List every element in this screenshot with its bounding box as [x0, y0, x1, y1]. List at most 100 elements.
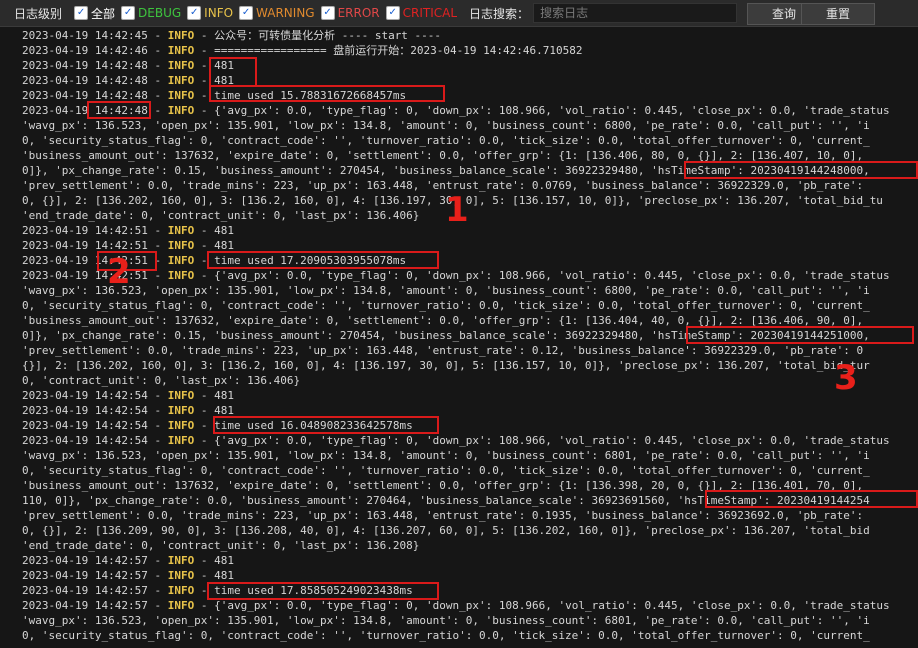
log-timestamp: 2023-04-19 14:42:45: [22, 29, 148, 42]
filter-toolbar: 日志级别 ✓ 全部 ✓ DEBUG ✓ INFO ✓ WARNING ✓ ERROR ✓ CRITIC…: [0, 0, 918, 27]
checkbox-icon[interactable]: ✓: [385, 6, 400, 20]
highlight-box: [207, 582, 439, 600]
log-message: - {'avg_px': 0.0, 'type_flag': 0, 'down_…: [194, 269, 890, 282]
filter-debug[interactable]: ✓ DEBUG: [121, 6, 181, 20]
log-line: 2023-04-19 14:42:48 - INFO - 481: [22, 74, 234, 87]
filter-error[interactable]: ✓ ERROR: [320, 6, 380, 20]
log-message: - {'avg_px': 0.0, 'type_flag': 0, 'down_…: [194, 434, 890, 447]
log-output-panel[interactable]: 2023-04-19 14:42:45 - INFO - 公众号：可转债量化分析…: [0, 27, 918, 648]
log-message: - 公众号：可转债量化分析 ---- start ----: [194, 29, 442, 42]
log-line: 2023-04-19 14:42:57 - INFO - 481: [22, 569, 234, 582]
log-timestamp: 2023-04-19 14:42:54: [22, 419, 148, 432]
log-line: 2023-04-19 14:42:51 - INFO - 481: [22, 224, 234, 237]
log-level: INFO: [167, 74, 195, 87]
log-timestamp: 2023-04-19 14:42:54: [22, 434, 148, 447]
log-line: 0, 'security_status_flag': 0, 'contract_…: [22, 628, 870, 643]
log-level: INFO: [167, 599, 195, 612]
highlight-box: [87, 101, 151, 119]
log-message: {}], 2: [136.202, 160, 0], 3: [136.2, 16…: [22, 359, 870, 372]
log-line: 2023-04-19 14:42:54 - INFO - {'avg_px': …: [22, 434, 890, 447]
log-level: INFO: [167, 434, 195, 447]
log-level-label: 日志级别: [14, 6, 63, 21]
log-line: 'wavg_px': 136.523, 'open_px': 135.901, …: [22, 448, 870, 463]
checkbox-icon[interactable]: ✓: [320, 6, 335, 20]
log-level: INFO: [167, 389, 195, 402]
log-message: 'prev_settlement': 0.0, 'trade_mins': 22…: [22, 179, 864, 192]
log-line: {}], 2: [136.202, 160, 0], 3: [136.2, 16…: [22, 358, 870, 373]
log-message: 0, 'security_status_flag': 0, 'contract_…: [22, 464, 870, 477]
log-line: 'wavg_px': 136.523, 'open_px': 135.901, …: [22, 613, 870, 628]
log-message: 'wavg_px': 136.523, 'open_px': 135.901, …: [22, 449, 870, 462]
log-level: INFO: [167, 584, 195, 597]
filter-label: ERROR: [337, 6, 380, 20]
log-message: - {'avg_px': 0.0, 'type_flag': 0, 'down_…: [194, 599, 890, 612]
log-level: INFO: [167, 29, 195, 42]
filter-critical[interactable]: ✓ CRITICAL: [385, 6, 458, 20]
log-message: 0, {}], 2: [136.209, 90, 0], 3: [136.208…: [22, 524, 870, 537]
log-level: INFO: [167, 44, 195, 57]
log-timestamp: 2023-04-19 14:42:48: [22, 59, 148, 72]
log-message: 'end_trade_date': 0, 'contract_unit': 0,…: [22, 209, 420, 222]
filter-label: INFO: [204, 6, 234, 20]
highlight-box: [209, 57, 257, 87]
filter-全部[interactable]: ✓ 全部: [74, 5, 115, 22]
log-message: - 481: [194, 389, 234, 402]
log-level: INFO: [167, 554, 195, 567]
checkbox-icon[interactable]: ✓: [239, 6, 254, 20]
log-line: 2023-04-19 14:42:46 - INFO - ===========…: [22, 44, 583, 57]
annotation-number: 3: [834, 358, 858, 398]
log-level: INFO: [167, 254, 195, 267]
highlight-box: [209, 85, 445, 102]
filter-warning[interactable]: ✓ WARNING: [239, 6, 315, 20]
log-timestamp: 2023-04-19 14:42:46: [22, 44, 148, 57]
log-timestamp: 2023-04-19 14:42:54: [22, 404, 148, 417]
log-message: 'prev_settlement': 0.0, 'trade_mins': 22…: [22, 344, 864, 357]
log-level: INFO: [167, 404, 195, 417]
search-label: 日志搜索：: [469, 6, 530, 21]
log-level: INFO: [167, 239, 195, 252]
filter-label: DEBUG: [138, 6, 182, 20]
log-level: INFO: [167, 569, 195, 582]
log-line: 0, {}], 2: [136.209, 90, 0], 3: [136.208…: [22, 523, 870, 538]
log-line: 'wavg_px': 136.523, 'open_px': 135.901, …: [22, 283, 870, 298]
filter-label: WARNING: [256, 6, 315, 20]
log-timestamp: 2023-04-19 14:42:54: [22, 389, 148, 402]
log-message: - 481: [194, 224, 234, 237]
log-line: 2023-04-19 14:42:45 - INFO - 公众号：可转债量化分析…: [22, 29, 442, 42]
log-line: 2023-04-19 14:42:48 - INFO - {'avg_px': …: [22, 104, 890, 117]
filter-label: 全部: [91, 6, 116, 21]
log-timestamp: 2023-04-19 14:42:48: [22, 74, 148, 87]
log-level: INFO: [167, 104, 195, 117]
log-message: 0, 'security_status_flag': 0, 'contract_…: [22, 299, 870, 312]
log-line: 'prev_settlement': 0.0, 'trade_mins': 22…: [22, 508, 863, 523]
log-level: INFO: [167, 224, 195, 237]
log-line: 'end_trade_date': 0, 'contract_unit': 0,…: [22, 538, 419, 553]
checkbox-icon[interactable]: ✓: [121, 6, 136, 20]
checkbox-icon[interactable]: ✓: [187, 6, 202, 20]
log-message: - {'avg_px': 0.0, 'type_flag': 0, 'down_…: [194, 104, 890, 117]
log-timestamp: 2023-04-19 14:42:57: [22, 569, 148, 582]
log-level: INFO: [167, 59, 195, 72]
reset-button[interactable]: 重置: [801, 3, 875, 25]
search-input[interactable]: [533, 3, 738, 23]
log-line: 2023-04-19 14:42:57 - INFO - {'avg_px': …: [22, 599, 890, 612]
highlight-box: [684, 161, 918, 179]
level-filter-group: ✓ 全部 ✓ DEBUG ✓ INFO ✓ WARNING ✓ ERROR ✓ CRITICAL: [74, 5, 463, 22]
log-timestamp: 2023-04-19 14:42:57: [22, 584, 148, 597]
log-line: 'prev_settlement': 0.0, 'trade_mins': 22…: [22, 178, 863, 193]
filter-label: CRITICAL: [402, 6, 458, 20]
log-message: 0, 'contract_unit': 0, 'last_px': 136.40…: [22, 374, 301, 387]
log-line: 2023-04-19 14:42:54 - INFO - 481: [22, 389, 234, 402]
filter-info[interactable]: ✓ INFO: [187, 6, 233, 20]
log-message: 'prev_settlement': 0.0, 'trade_mins': 22…: [22, 509, 864, 522]
highlight-box: [705, 490, 918, 508]
checkbox-icon[interactable]: ✓: [74, 6, 89, 20]
highlight-box: [686, 326, 914, 344]
log-level: INFO: [167, 269, 195, 282]
log-timestamp: 2023-04-19 14:42:51: [22, 224, 148, 237]
log-line: 'wavg_px': 136.523, 'open_px': 135.901, …: [22, 118, 870, 133]
log-line: 0, 'security_status_flag': 0, 'contract_…: [22, 463, 870, 478]
log-line: 2023-04-19 14:42:48 - INFO - 481: [22, 59, 234, 72]
log-timestamp: 2023-04-19 14:42:57: [22, 554, 148, 567]
log-message: 'wavg_px': 136.523, 'open_px': 135.901, …: [22, 614, 870, 627]
